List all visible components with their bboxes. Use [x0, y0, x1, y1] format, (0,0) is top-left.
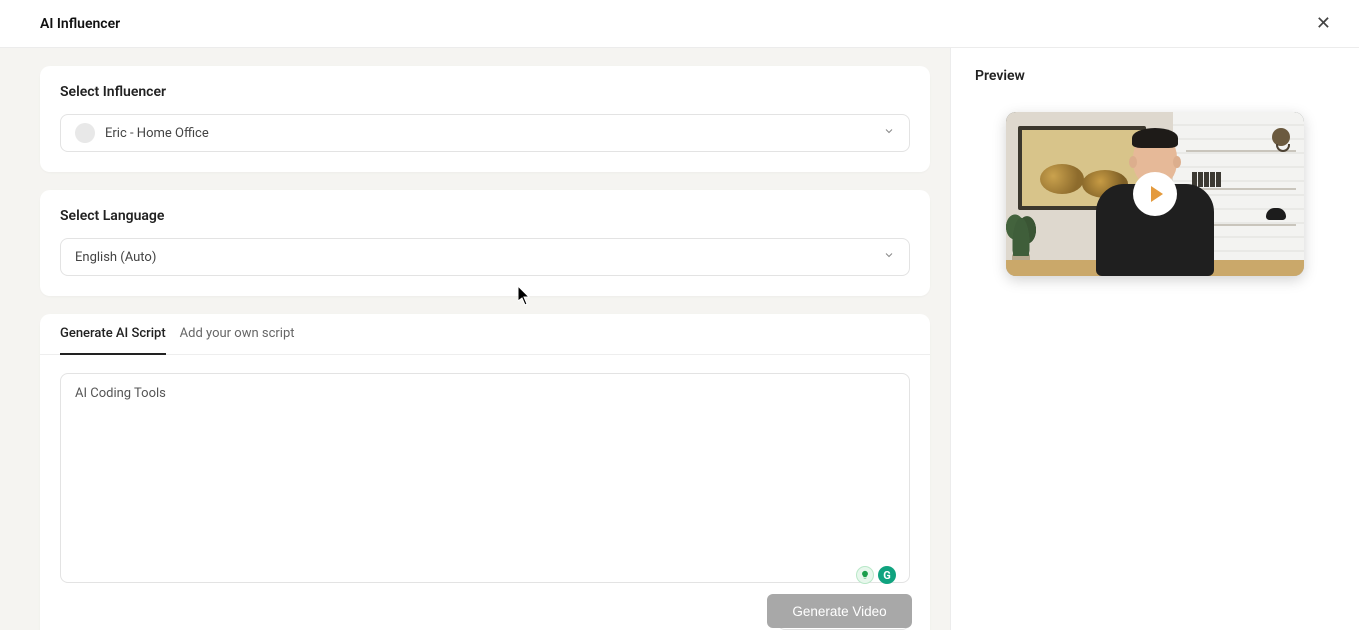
chevron-down-icon: [883, 249, 895, 265]
generate-video-button[interactable]: Generate Video: [767, 594, 912, 628]
form-column: Select Influencer Eric - Home Office Sel…: [0, 48, 950, 630]
play-button[interactable]: [1133, 172, 1177, 216]
influencer-value: Eric - Home Office: [105, 126, 209, 141]
assist-badges: G: [856, 566, 896, 584]
language-value: English (Auto): [75, 250, 156, 265]
header: AI Influencer ✕: [0, 0, 1359, 48]
chevron-down-icon: [883, 125, 895, 141]
body: Select Influencer Eric - Home Office Sel…: [0, 48, 1359, 630]
script-card: Generate AI Script Add your own script G…: [40, 314, 930, 630]
tab-generate-ai-script[interactable]: Generate AI Script: [60, 326, 166, 355]
language-card: Select Language English (Auto): [40, 190, 930, 296]
influencer-label: Select Influencer: [60, 84, 910, 100]
play-icon: [1151, 186, 1163, 202]
grammarly-icon[interactable]: G: [878, 566, 896, 584]
influencer-card: Select Influencer Eric - Home Office: [40, 66, 930, 172]
preview-column: Preview: [950, 48, 1359, 630]
script-textarea[interactable]: [60, 373, 910, 583]
script-tabs: Generate AI Script Add your own script: [40, 314, 930, 355]
tab-add-own-script[interactable]: Add your own script: [180, 326, 295, 354]
preview-thumbnail[interactable]: [1006, 112, 1304, 276]
bulb-icon[interactable]: [856, 566, 874, 584]
page-title: AI Influencer: [40, 16, 120, 32]
avatar-icon: [75, 123, 95, 143]
close-icon[interactable]: ✕: [1308, 9, 1339, 38]
language-select[interactable]: English (Auto): [60, 238, 910, 276]
influencer-select[interactable]: Eric - Home Office: [60, 114, 910, 152]
language-label: Select Language: [60, 208, 910, 224]
preview-label: Preview: [975, 68, 1335, 84]
